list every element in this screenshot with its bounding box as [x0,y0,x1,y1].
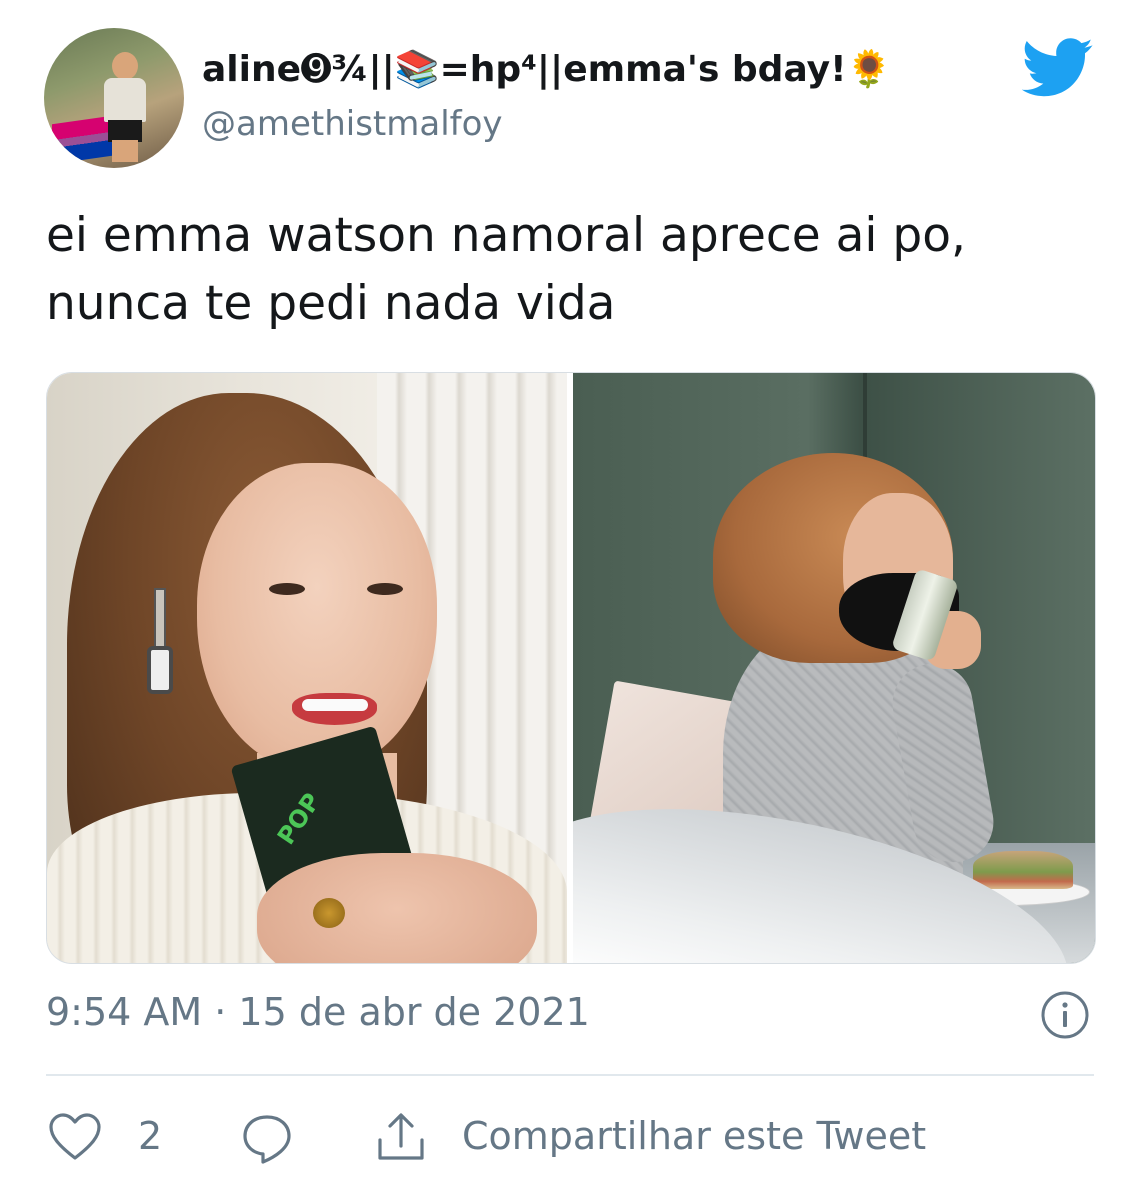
avatar[interactable] [44,28,184,168]
tweet-text-line: ei emma watson namoral aprece ai po, [46,208,966,263]
twitter-bird-icon[interactable] [1022,38,1094,98]
tweet-actions: 2 Compartilhar este Tweet [46,1108,1094,1172]
share-tweet-label[interactable]: Compartilhar este Tweet [462,1114,926,1158]
tweet-text: ei emma watson namoral aprece ai po, nun… [46,202,1096,338]
heart-icon[interactable] [48,1112,102,1162]
tweet-photo-smiling-with-candy[interactable]: POP [47,373,567,963]
reply-icon[interactable] [240,1112,294,1166]
user-handle[interactable]: @amethistmalfoy [202,104,503,144]
tweet-photo-masked-with-can[interactable] [573,373,1095,963]
tweet-card: aline➒¾||📚=hp⁴||emma's bday!🌻 @amethistm… [0,0,1138,1190]
divider [46,1074,1094,1076]
display-name[interactable]: aline➒¾||📚=hp⁴||emma's bday!🌻 [202,48,891,90]
share-icon[interactable] [374,1110,428,1164]
info-icon[interactable] [1040,990,1090,1040]
tweet-text-line: nunca te pedi nada vida [46,276,616,331]
media-grid: POP [46,372,1096,964]
avatar-figure [100,52,150,162]
tweet-timestamp[interactable]: 9:54 AM · 15 de abr de 2021 [46,990,590,1034]
like-count[interactable]: 2 [138,1114,162,1158]
